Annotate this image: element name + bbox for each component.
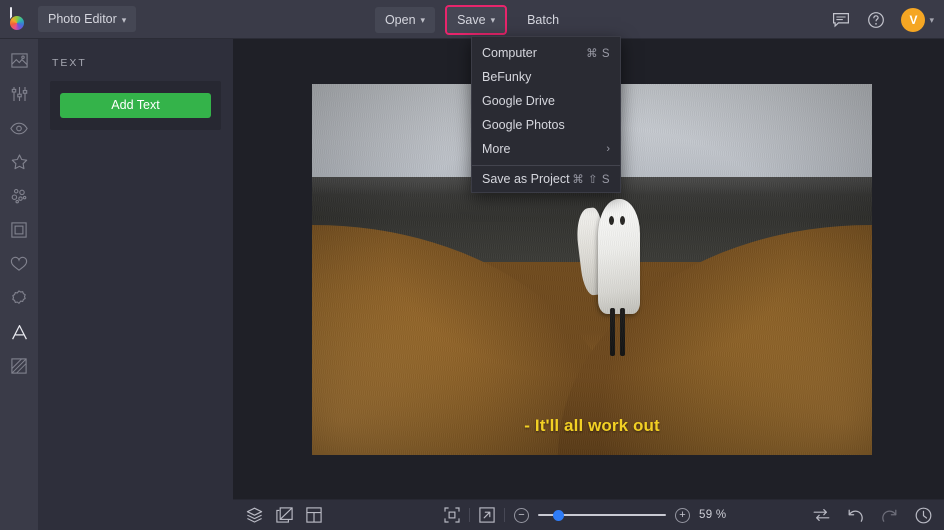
- zoom-out-button[interactable]: −: [514, 507, 529, 523]
- swap-arrows-icon[interactable]: [813, 508, 830, 522]
- letter-a-icon: [11, 324, 28, 341]
- sidebar-item-text[interactable]: [4, 321, 34, 343]
- menu-item-label: More: [482, 142, 511, 156]
- menu-item-more[interactable]: More ›: [472, 137, 620, 161]
- save-button[interactable]: Save ▾: [445, 4, 508, 35]
- history-clock-icon[interactable]: [915, 507, 932, 524]
- chevron-down-icon: ▾: [490, 15, 496, 25]
- sidebar-item-effects[interactable]: [4, 151, 34, 173]
- sidebar-item-textures[interactable]: [4, 355, 34, 377]
- badge-icon: [11, 290, 27, 306]
- dots-icon: [10, 188, 28, 204]
- ghost-figure: [573, 199, 655, 357]
- zoom-in-button[interactable]: +: [675, 507, 690, 523]
- zoom-slider-thumb[interactable]: [553, 510, 565, 521]
- star-icon: [11, 154, 28, 170]
- menu-item-shortcut: ⌘ ⇧ S: [572, 174, 610, 186]
- ghost-leg-left: [609, 308, 615, 357]
- sidebar-item-image[interactable]: [4, 49, 34, 71]
- sidebar-item-overlays[interactable]: [4, 253, 34, 275]
- menu-item-google-photos[interactable]: Google Photos: [472, 113, 620, 137]
- sliders-icon: [11, 86, 28, 102]
- menu-item-label: Google Photos: [482, 118, 565, 132]
- texture-icon: [11, 358, 27, 374]
- menu-item-befunky[interactable]: BeFunky: [472, 65, 620, 89]
- tool-rail: [0, 39, 38, 530]
- menu-item-label: Save as Project: [482, 172, 570, 186]
- expand-arrow-icon[interactable]: [479, 507, 495, 523]
- panel-title: TEXT: [52, 57, 87, 69]
- workspace-switcher-button[interactable]: Photo Editor ▾: [38, 6, 137, 32]
- frame-icon: [11, 222, 27, 238]
- eye-icon: [10, 122, 28, 135]
- fit-to-screen-icon[interactable]: [444, 507, 460, 523]
- photo-editor-app: Photo Editor ▾ Open ▾ Save ▾ Batch V ▾ C…: [0, 0, 944, 530]
- avatar[interactable]: V: [901, 7, 926, 32]
- toolbar-divider: [504, 508, 505, 522]
- ghost-sheet: [597, 199, 641, 315]
- panel-card: Add Text: [50, 81, 221, 130]
- sidebar-item-edit[interactable]: [4, 83, 34, 105]
- sidebar-item-frames[interactable]: [4, 219, 34, 241]
- avatar-initial: V: [909, 12, 918, 27]
- image-icon: [10, 52, 28, 68]
- batch-button[interactable]: Batch: [517, 7, 569, 33]
- chevron-down-icon: ▾: [420, 15, 426, 25]
- feedback-chat-icon[interactable]: [831, 10, 851, 30]
- redo-arrow-icon[interactable]: [881, 508, 898, 523]
- text-tool-panel: TEXT Add Text: [38, 39, 233, 530]
- menu-item-google-drive[interactable]: Google Drive: [472, 89, 620, 113]
- befunky-logo-icon[interactable]: [0, 0, 38, 39]
- chevron-right-icon: ›: [606, 143, 610, 155]
- toolbar-divider: [469, 508, 470, 522]
- canvas-text-overlay[interactable]: - It'll all work out: [312, 416, 872, 436]
- zoom-slider[interactable]: [538, 508, 666, 522]
- sidebar-item-graphics[interactable]: [4, 287, 34, 309]
- save-button-label: Save: [457, 12, 486, 27]
- menu-item-shortcut: ⌘ S: [586, 48, 610, 60]
- menu-item-label: Computer: [482, 46, 537, 60]
- sidebar-item-artsy[interactable]: [4, 185, 34, 207]
- chevron-down-icon[interactable]: ▾: [929, 16, 934, 25]
- history-controls: [813, 507, 932, 524]
- help-question-icon[interactable]: [866, 10, 886, 30]
- workspace-switcher-label: Photo Editor: [48, 12, 117, 26]
- menu-item-label: BeFunky: [482, 70, 532, 84]
- menu-item-save-as-project[interactable]: Save as Project ⌘ ⇧ S: [472, 166, 620, 192]
- chevron-down-icon: ▾: [121, 14, 127, 25]
- undo-arrow-icon[interactable]: [847, 508, 864, 523]
- open-button[interactable]: Open ▾: [374, 6, 436, 33]
- bottom-toolbar: − + 59 %: [233, 499, 944, 530]
- menu-item-computer[interactable]: Computer ⌘ S: [472, 41, 620, 65]
- open-button-label: Open: [384, 12, 416, 27]
- save-dropdown-menu: Computer ⌘ S BeFunky Google Drive Google…: [471, 36, 621, 193]
- add-text-button[interactable]: Add Text: [60, 93, 211, 118]
- ghost-leg-right: [619, 308, 625, 357]
- top-toolbar-right-group: V ▾: [831, 0, 934, 39]
- batch-button-label: Batch: [527, 12, 560, 27]
- sidebar-item-touch-up[interactable]: [4, 117, 34, 139]
- menu-item-label: Google Drive: [482, 94, 555, 108]
- zoom-level-value: 59 %: [699, 509, 727, 521]
- heart-icon: [10, 256, 28, 272]
